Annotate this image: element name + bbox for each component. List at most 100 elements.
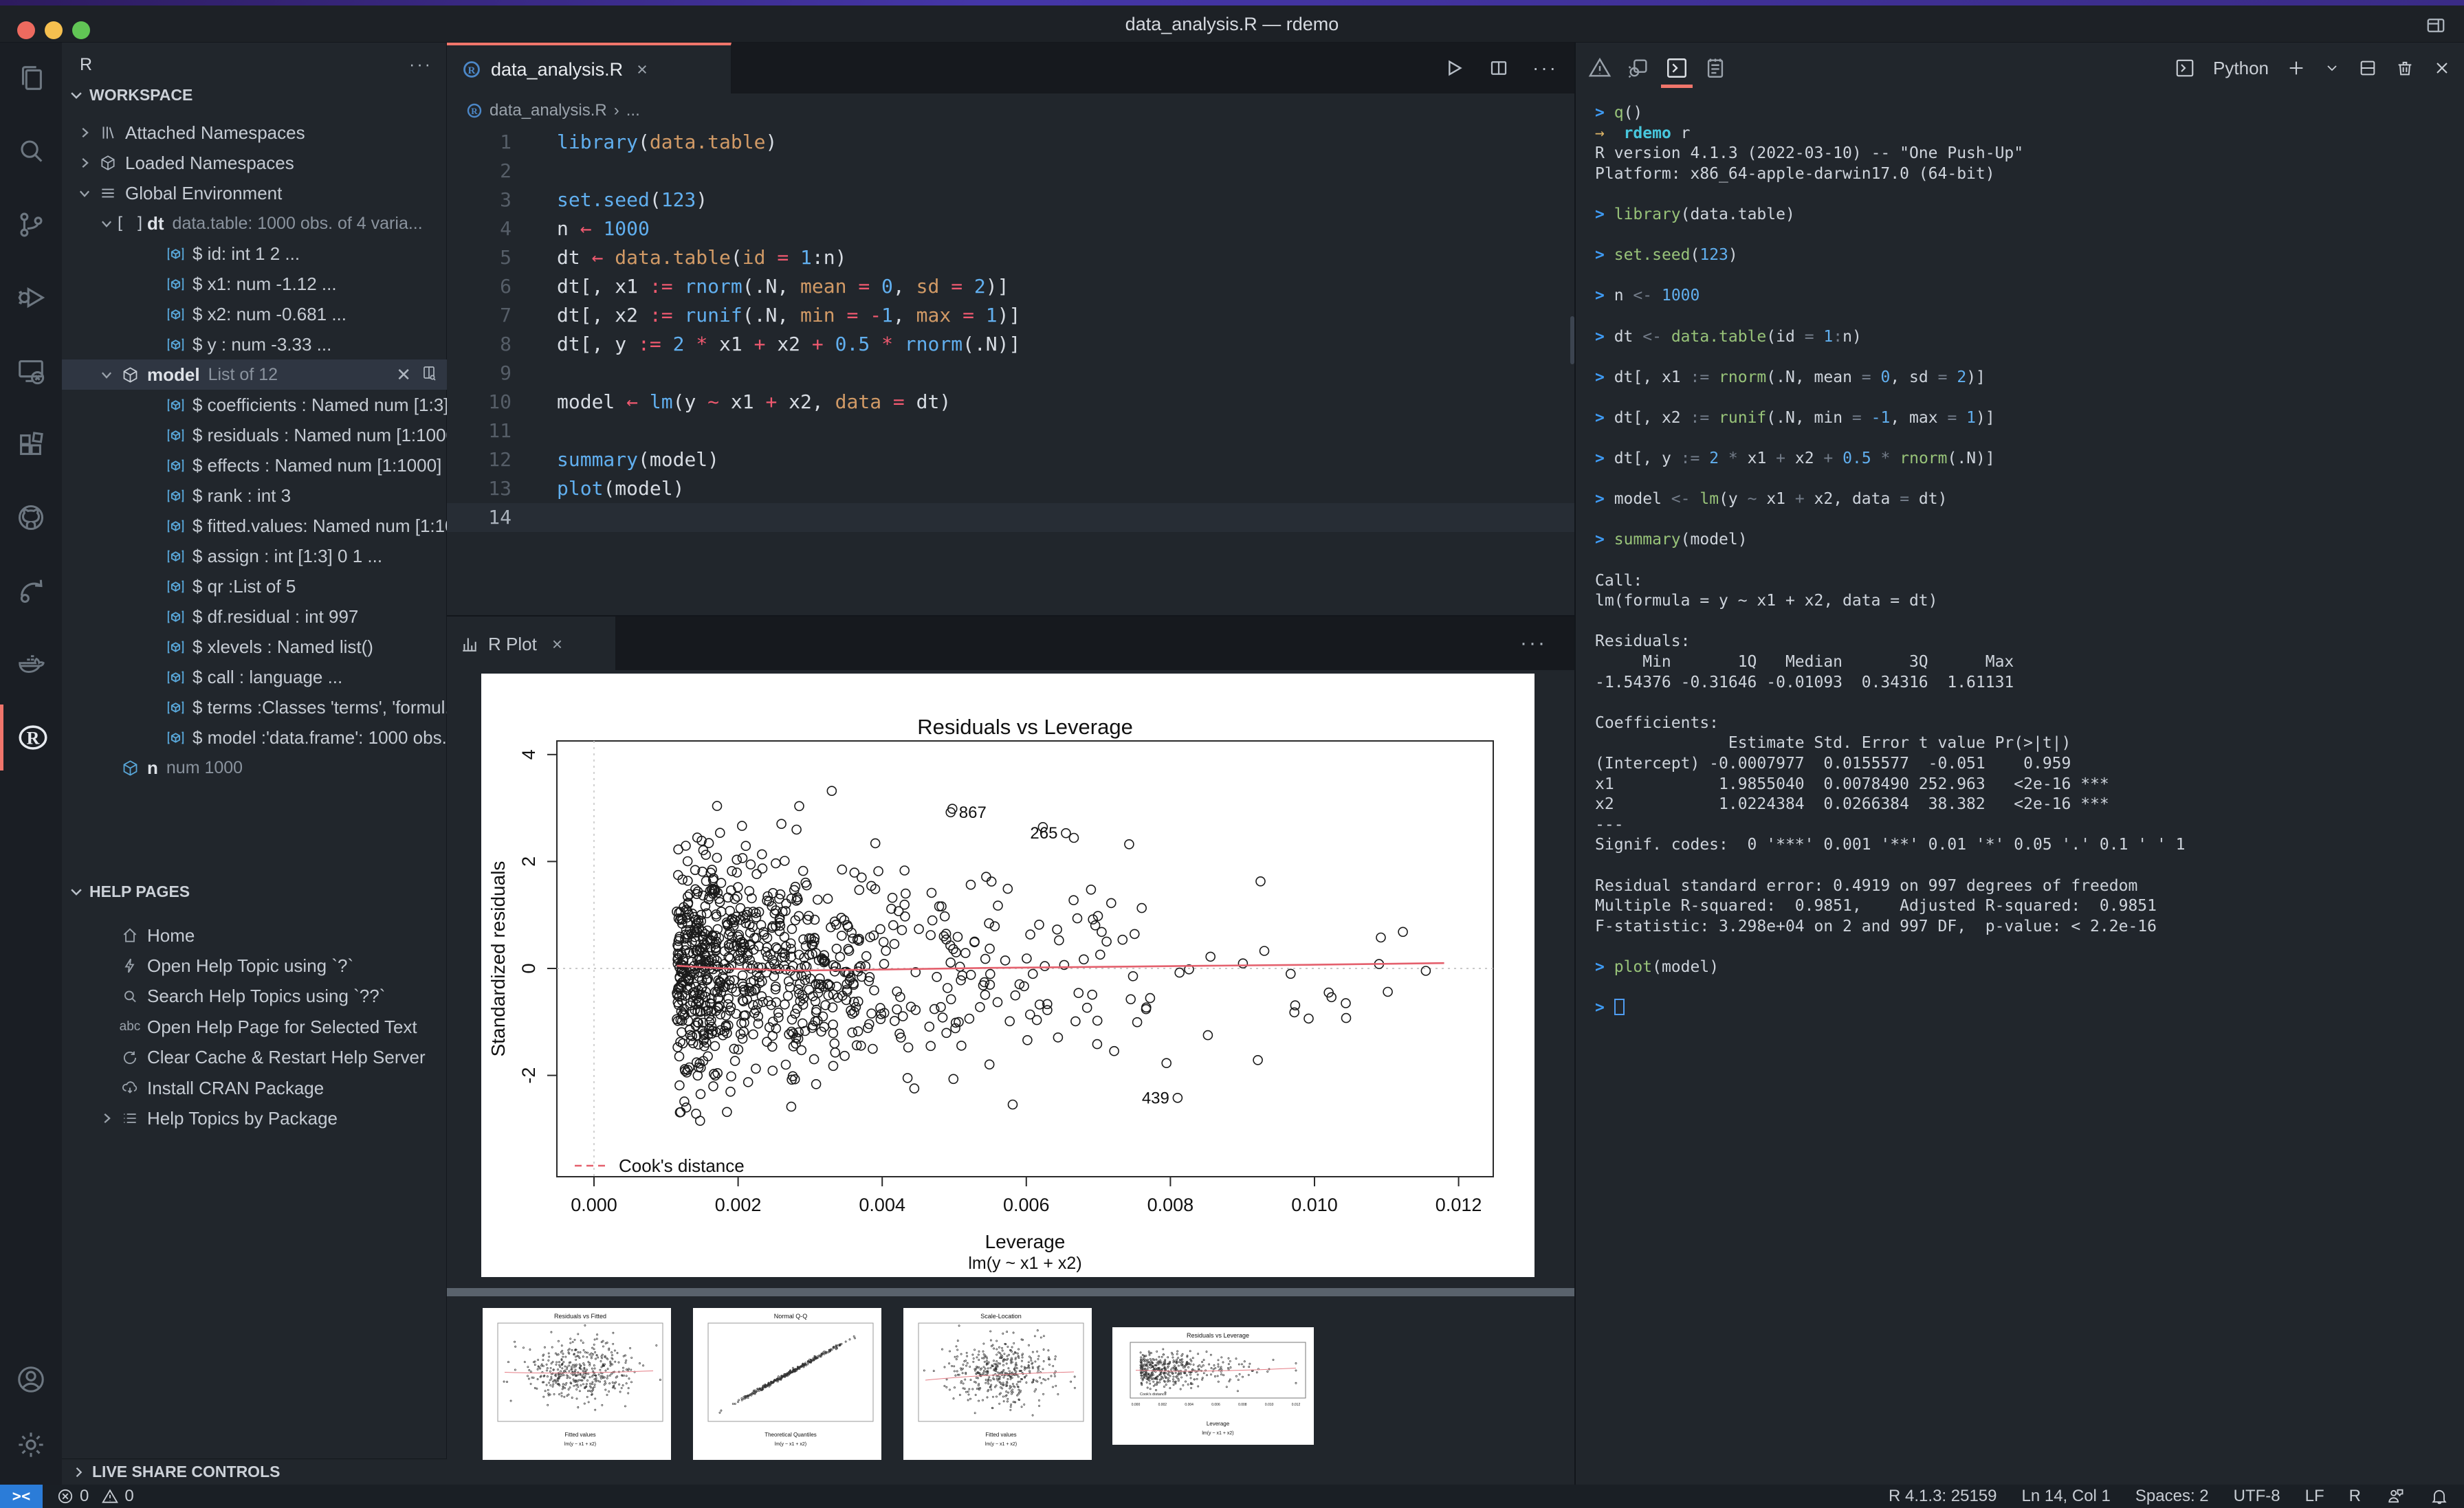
line-number: 5	[500, 246, 512, 269]
tree-item--x2-num-0-681-[interactable]: $ x2: num -0.681 ...	[62, 299, 447, 329]
breadcrumb[interactable]: R data_analysis.R › ...	[447, 93, 1574, 128]
help-item-search-help-topics-using-[interactable]: Search Help Topics using `??`	[62, 982, 447, 1012]
activity-settings-gear-icon[interactable]	[0, 1412, 62, 1478]
kill-terminal-icon[interactable]	[2395, 58, 2414, 78]
tree-item--fitted-values-named-num-1-1[interactable]: $ fitted.values: Named num [1:10...	[62, 511, 447, 541]
terminal-line: Platform: x86_64-apple-darwin17.0 (64-bi…	[1595, 164, 1995, 183]
problems-tab-icon[interactable]	[1588, 56, 1612, 80]
help-item-open-help-topic-using-[interactable]: Open Help Topic using `?`	[62, 951, 447, 981]
status-r-4-1-3-25159[interactable]: R 4.1.3: 25159	[1889, 1487, 1996, 1506]
new-terminal-icon[interactable]	[2287, 58, 2306, 78]
debug-console-tab-icon[interactable]	[1627, 56, 1650, 80]
plot-thumbnails-splitter[interactable]	[447, 1288, 1574, 1296]
chevron-down-icon[interactable]	[96, 367, 117, 382]
tree-item--coefficients-named-num-1-3-[interactable]: $ coefficients : Named num [1:3]...	[62, 390, 447, 420]
remove-variable-icon[interactable]: ✕	[396, 364, 411, 386]
help-item-help-topics-by-package[interactable]: Help Topics by Package	[62, 1103, 447, 1133]
split-editor-button[interactable]	[1488, 58, 1509, 78]
status-utf-8[interactable]: UTF-8	[2234, 1487, 2280, 1506]
activity-remote-explorer-icon[interactable]	[0, 338, 62, 404]
tab-close-icon[interactable]: ×	[637, 59, 648, 80]
chevron-right-icon[interactable]	[74, 125, 95, 140]
split-terminal-icon[interactable]	[2358, 58, 2377, 78]
feedback-icon[interactable]	[2386, 1487, 2405, 1506]
tree-item--y-num-3-33-[interactable]: $ y : num -3.33 ...	[62, 329, 447, 359]
activity-github-icon[interactable]	[0, 485, 62, 551]
section-help-pages[interactable]: HELP PAGES	[69, 878, 446, 905]
terminal-output[interactable]: > q() → rdemo r R version 4.1.3 (2022-03-1…	[1595, 103, 2457, 1478]
open-in-viewer-icon[interactable]	[421, 364, 437, 386]
tree-item--df-residual-int-997[interactable]: $ df.residual : int 997	[62, 601, 447, 632]
tab-r-plot[interactable]: R Plot ×	[447, 617, 615, 672]
plot-more-actions-icon[interactable]: ···	[1520, 632, 1547, 655]
status-lf[interactable]: LF	[2305, 1487, 2324, 1506]
tree-item-dt[interactable]: [ ] dt data.table: 1000 obs. of 4 varia...	[62, 208, 447, 239]
problems-status[interactable]: 0 0	[56, 1487, 134, 1506]
breadcrumb-symbol[interactable]: ...	[626, 101, 640, 120]
chevron-down-icon[interactable]	[96, 216, 117, 231]
plot-thumbnail-qq[interactable]: Normal Q-Q Theoretical Quantiles lm(y ~ x1…	[693, 1308, 881, 1460]
activity-docker-icon[interactable]	[0, 632, 62, 698]
terminal-tab-icon[interactable]	[1661, 56, 1693, 88]
status-ln-14-col-1[interactable]: Ln 14, Col 1	[2021, 1487, 2110, 1506]
activity-account-icon[interactable]	[0, 1346, 62, 1412]
activity-r-extension-icon[interactable]: R	[0, 705, 62, 770]
plot-tab-close-icon[interactable]: ×	[552, 634, 562, 655]
tree-item--qr-list-of-5[interactable]: $ qr :List of 5	[62, 571, 447, 601]
tree-item-model[interactable]: model List of 12 ✕	[62, 359, 447, 390]
plot-thumbnail-scale[interactable]: Scale-Location Fitted values lm(y ~ x1 + x…	[903, 1308, 1092, 1460]
tree-item--id-int-1-2-[interactable]: $ id: int 1 2 ...	[62, 239, 447, 269]
activity-source-control-icon[interactable]	[0, 192, 62, 258]
code-line-9: 9	[447, 359, 1574, 388]
notifications-bell-icon[interactable]	[2430, 1487, 2449, 1506]
activity-search-icon[interactable]	[0, 118, 62, 184]
help-item-clear-cache-restart-help-ser[interactable]: Clear Cache & Restart Help Server	[62, 1043, 447, 1073]
remote-indicator[interactable]: ><	[0, 1485, 43, 1508]
editor-more-actions-icon[interactable]: ···	[1532, 57, 1558, 79]
tree-item--assign-int-1-3-0-1-[interactable]: $ assign : int [1:3] 0 1 ...	[62, 541, 447, 571]
line-number: 13	[488, 477, 512, 500]
tree-item--model-data-frame-1000-obs-[interactable]: $ model :'data.frame': 1000 obs. ...	[62, 722, 447, 753]
tree-item-attached-namespaces[interactable]: Attached Namespaces	[62, 118, 447, 148]
breadcrumb-file[interactable]: data_analysis.R	[490, 101, 607, 120]
tree-item--x1-num-1-12-[interactable]: $ x1: num -1.12 ...	[62, 269, 447, 299]
tree-item-loaded-namespaces[interactable]: Loaded Namespaces	[62, 148, 447, 178]
tree-item--effects-named-num-1-1000-[interactable]: $ effects : Named num [1:1000] -...	[62, 450, 447, 480]
activity-explorer-icon[interactable]	[0, 45, 62, 111]
tree-item--terms-classes-terms-formul-[interactable]: $ terms :Classes 'terms', 'formul...	[62, 692, 447, 722]
help-item-open-help-page-for-selected-[interactable]: abc Open Help Page for Selected Text	[62, 1012, 447, 1042]
tree-item--xlevels-named-list-[interactable]: $ xlevels : Named list()	[62, 632, 447, 662]
plot-thumbnail-residuals[interactable]: Residuals vs Fitted Fitted values lm(y ~ x…	[483, 1308, 671, 1460]
sidebar-more-icon[interactable]: ···	[409, 55, 432, 75]
status-bar: >< 0 0 R 4.1.3: 25159 Ln 14, Col 1 Spaces:…	[0, 1485, 2464, 1508]
plot-thumbnail-leverage-selected[interactable]: Residuals vs Leverage Cook's distance 0.00…	[1112, 1327, 1314, 1445]
terminal-profile-icon[interactable]	[2175, 58, 2195, 78]
tree-item-global-environment[interactable]: Global Environment	[62, 178, 447, 208]
chevron-right-icon[interactable]	[74, 155, 95, 170]
tree-item-label: $ model :'data.frame': 1000 obs. ...	[192, 727, 447, 748]
panel-resize-handle[interactable]	[1570, 316, 1574, 364]
tab-data-analysis[interactable]: R data_analysis.R ×	[447, 43, 732, 93]
tree-item--call-language-[interactable]: $ call : language ...	[62, 662, 447, 692]
status-spaces-2[interactable]: Spaces: 2	[2135, 1487, 2209, 1506]
tree-item-n[interactable]: n num 1000	[62, 753, 447, 783]
tree-item--rank-int-3[interactable]: $ rank : int 3	[62, 480, 447, 511]
chevron-down-icon[interactable]	[74, 186, 95, 201]
activity-live-share-icon[interactable]	[0, 558, 62, 624]
activity-extensions-icon[interactable]	[0, 412, 62, 478]
layout-icon[interactable]	[2426, 15, 2446, 36]
output-tab-icon[interactable]	[1704, 56, 1727, 80]
close-panel-icon[interactable]	[2432, 58, 2452, 78]
terminal-dropdown-icon[interactable]	[2324, 60, 2340, 76]
tree-item--residuals-named-num-1-1000-[interactable]: $ residuals : Named num [1:1000...	[62, 420, 447, 450]
terminal-profile-label[interactable]: Python	[2213, 58, 2269, 79]
status-r[interactable]: R	[2349, 1487, 2361, 1506]
section-workspace[interactable]: WORKSPACE	[69, 81, 446, 109]
code-editor[interactable]: 1 library(data.table) 2 3 set.seed(123) 4 n ← …	[447, 128, 1574, 614]
help-item-home[interactable]: Home	[62, 920, 447, 951]
activity-run-debug-icon[interactable]	[0, 265, 62, 331]
run-file-button[interactable]	[1443, 57, 1465, 79]
chevron-right-icon[interactable]	[96, 1111, 117, 1126]
section-live-share-controls[interactable]: LIVE SHARE CONTROLS	[62, 1459, 447, 1485]
help-item-install-cran-package[interactable]: Install CRAN Package	[62, 1073, 447, 1103]
